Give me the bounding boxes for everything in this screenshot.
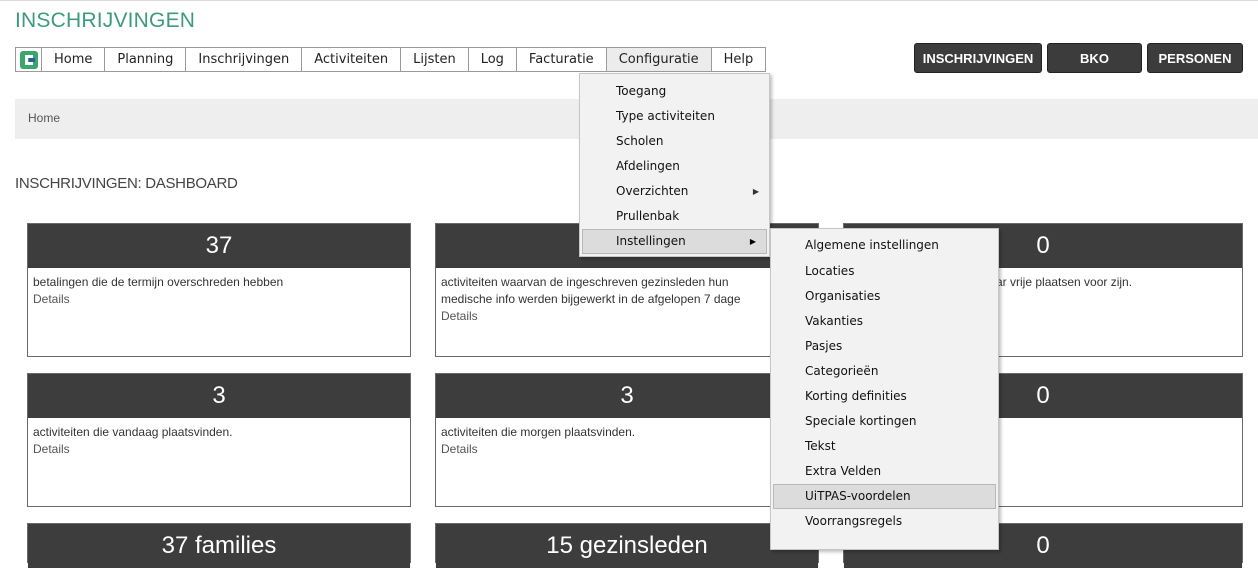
nav-item-log[interactable]: Log: [469, 48, 517, 71]
main-nav: Home Planning Inschrijvingen Activiteite…: [15, 47, 767, 72]
menu-item-organisaties[interactable]: Organisaties: [771, 284, 998, 309]
menu-item-voorrangsregels[interactable]: Voorrangsregels: [771, 509, 998, 534]
card-description: activiteiten die vandaag plaatsvinden.: [33, 425, 233, 439]
menu-item-categorieen[interactable]: Categorieën: [771, 359, 998, 384]
menu-item-label: Overzichten: [616, 184, 689, 198]
card-value: 3: [436, 374, 818, 418]
menu-item-prullenbak[interactable]: Prullenbak: [580, 204, 769, 229]
menu-item-uitpas-voordelen[interactable]: UiTPAS-voordelen: [773, 484, 996, 509]
menu-item-pasjes[interactable]: Pasjes: [771, 334, 998, 359]
card-value: 37 families: [28, 524, 410, 568]
dashboard-card-activities-today: 3 activiteiten die vandaag plaatsvinden.…: [27, 373, 411, 507]
card-description-line-1: activiteiten waarvan de ingeschreven gez…: [441, 275, 729, 289]
menu-item-instellingen[interactable]: Instellingen ▶: [582, 229, 767, 254]
nav-item-lijsten[interactable]: Lijsten: [401, 48, 469, 71]
page-title: INSCHRIJVINGEN: DASHBOARD: [15, 175, 238, 192]
dashboard-card-family-members: 15 gezinsleden: [435, 523, 819, 568]
top-border: [0, 0, 1258, 1]
card-details-link[interactable]: Details: [436, 308, 818, 324]
nav-item-planning[interactable]: Planning: [105, 48, 187, 71]
menu-item-korting-definities[interactable]: Korting definities: [771, 384, 998, 409]
nav-item-home[interactable]: Home: [42, 48, 106, 71]
card-details-link[interactable]: Details: [28, 441, 410, 457]
card-description: betalingen die de termijn overschreden h…: [33, 275, 284, 289]
bko-button[interactable]: BKO: [1047, 43, 1142, 73]
app-title: INSCHRIJVINGEN: [15, 9, 196, 32]
submenu-arrow-icon: ▶: [752, 187, 759, 196]
menu-item-overzichten[interactable]: Overzichten ▶: [580, 179, 769, 204]
card-details-link[interactable]: Details: [28, 291, 410, 307]
app-logo-icon[interactable]: [16, 48, 42, 71]
menu-item-speciale-kortingen[interactable]: Speciale kortingen: [771, 409, 998, 434]
breadcrumb-home-link[interactable]: Home: [28, 111, 60, 125]
menu-item-vakanties[interactable]: Vakanties: [771, 309, 998, 334]
submenu-arrow-icon: ▶: [749, 237, 756, 246]
inschrijvingen-button[interactable]: INSCHRIJVINGEN: [914, 43, 1042, 73]
card-value: 37: [28, 224, 410, 268]
dashboard-card-families: 37 families: [27, 523, 411, 568]
card-value: 3: [28, 374, 410, 418]
card-details-link[interactable]: Details: [436, 441, 818, 457]
card-description: activiteiten die morgen plaatsvinden.: [441, 425, 636, 439]
dashboard-card-overdue-payments: 37 betalingen die de termijn overschrede…: [27, 223, 411, 357]
configuratie-dropdown-menu: Toegang Type activiteiten Scholen Afdeli…: [579, 73, 770, 257]
menu-item-toegang[interactable]: Toegang: [580, 79, 769, 104]
nav-item-inschrijvingen[interactable]: Inschrijvingen: [186, 48, 303, 71]
menu-item-algemene-instellingen[interactable]: Algemene instellingen: [771, 232, 998, 259]
nav-item-configuratie[interactable]: Configuratie: [606, 48, 712, 71]
instellingen-submenu: Algemene instellingen Locaties Organisat…: [770, 228, 999, 550]
menu-item-type-activiteiten[interactable]: Type activiteiten: [580, 104, 769, 129]
card-value: 15 gezinsleden: [436, 524, 818, 568]
dashboard-card-activities-tomorrow: 3 activiteiten die morgen plaatsvinden. …: [435, 373, 819, 507]
personen-button[interactable]: PERSONEN: [1147, 43, 1243, 73]
menu-item-scholen[interactable]: Scholen: [580, 129, 769, 154]
card-description: activiteiten waarvan de ingeschreven gez…: [436, 268, 818, 308]
menu-item-label: Instellingen: [616, 234, 686, 248]
card-description-line-2: medische info werden bijgewerkt in de af…: [441, 292, 741, 306]
menu-item-afdelingen[interactable]: Afdelingen: [580, 154, 769, 179]
nav-item-facturatie[interactable]: Facturatie: [517, 48, 607, 71]
menu-item-extra-velden[interactable]: Extra Velden: [771, 459, 998, 484]
menu-item-locaties[interactable]: Locaties: [771, 259, 998, 284]
menu-item-tekst[interactable]: Tekst: [771, 434, 998, 459]
nav-item-activiteiten[interactable]: Activiteiten: [302, 48, 402, 71]
nav-item-help[interactable]: Help: [712, 48, 766, 71]
